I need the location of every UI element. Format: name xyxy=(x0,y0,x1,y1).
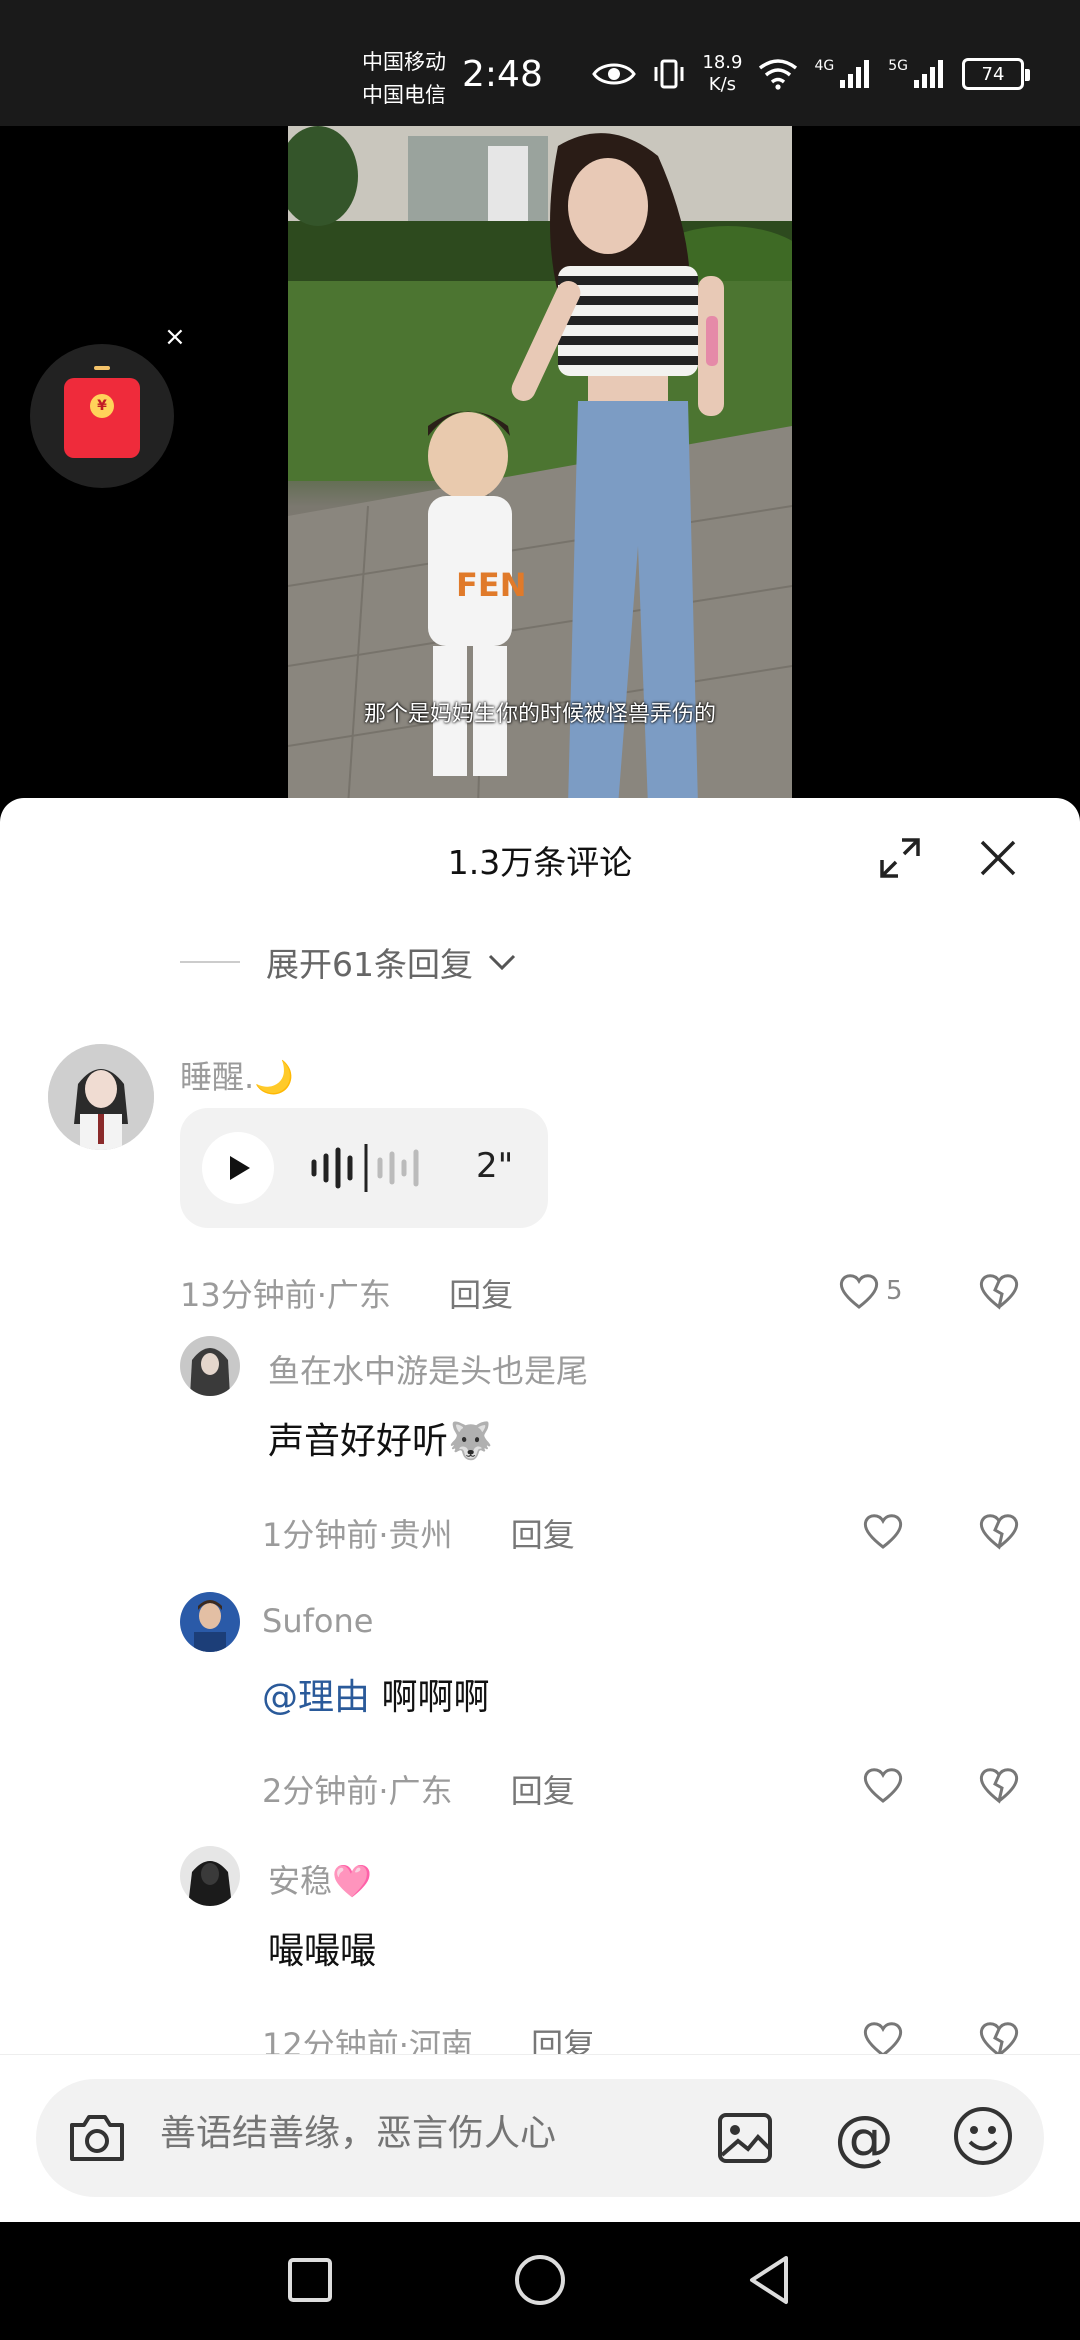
carrier-2: 中国电信 xyxy=(362,83,446,107)
heart-icon xyxy=(839,1274,879,1309)
avatar-image xyxy=(180,1336,240,1396)
play-icon xyxy=(230,1156,250,1180)
yuan-coin-icon: ¥ xyxy=(90,394,114,418)
heart-icon[interactable] xyxy=(862,1512,904,1550)
broken-heart-icon[interactable] xyxy=(978,1766,1020,1804)
avatar-image xyxy=(48,1044,154,1150)
voice-duration: 2" xyxy=(476,1146,514,1186)
comment-body: 啊啊啊 xyxy=(370,1677,490,1718)
comment-sheet: 1.3万条评论 展开61条回复 睡醒.🌙 2" 13分钟前·广东 回复 5 鱼在… xyxy=(0,798,1080,2222)
video-player[interactable]: FEN 那个是妈妈生你的时候被怪兽弄伤的 ¥ × xyxy=(0,126,1080,806)
mention-link[interactable]: @理由 xyxy=(262,1677,370,1718)
username[interactable]: Sufone xyxy=(262,1602,373,1640)
broken-heart-icon[interactable] xyxy=(978,1272,1020,1310)
chevron-down-icon xyxy=(488,954,516,971)
avatar[interactable] xyxy=(180,1336,240,1396)
avatar[interactable] xyxy=(180,1592,240,1652)
reply-button[interactable]: 回复 xyxy=(511,1516,575,1554)
broken-heart-icon[interactable] xyxy=(978,2020,1020,2058)
net-speed: 18.9 K/s xyxy=(702,52,742,96)
comment-sheet-header: 1.3万条评论 xyxy=(0,798,1080,890)
comment-location: 贵州 xyxy=(388,1516,453,1554)
meta-sep: · xyxy=(378,1516,389,1554)
heart-icon[interactable] xyxy=(862,1766,904,1804)
comment-text: 嘬嘬嘬 xyxy=(268,1931,377,1972)
carrier-1: 中国移动 xyxy=(362,50,446,74)
red-envelope-icon: ¥ xyxy=(64,366,140,458)
back-icon[interactable] xyxy=(740,2250,800,2310)
net-speed-value: 18.9 xyxy=(702,52,743,73)
system-nav-bar xyxy=(0,2222,1080,2340)
fullscreen-icon[interactable] xyxy=(878,836,922,880)
video-subtitle: 那个是妈妈生你的时候被怪兽弄伤的 xyxy=(363,702,716,727)
signal-icon-1 xyxy=(840,60,870,88)
comment-meta: 1分钟前·贵州 回复 xyxy=(262,1510,575,1556)
image-icon[interactable] xyxy=(716,2109,774,2167)
mention-button[interactable]: @ xyxy=(834,2103,894,2173)
comment-text: 声音好好听🐺 xyxy=(268,1421,493,1462)
comment-meta: 2分钟前·广东 回复 xyxy=(262,1766,575,1812)
avatar-image xyxy=(180,1846,240,1906)
red-packet-widget[interactable]: ¥ xyxy=(30,344,174,488)
username[interactable]: 安稳🩷 xyxy=(268,1856,372,1902)
like-count: 5 xyxy=(886,1276,903,1306)
battery-icon: 74 xyxy=(962,58,1030,90)
expand-replies-button[interactable]: 展开61条回复 xyxy=(180,938,517,986)
video-frame[interactable]: FEN 那个是妈妈生你的时候被怪兽弄伤的 xyxy=(288,126,792,806)
expand-replies-label: 展开61条回复 xyxy=(266,945,473,984)
comment-input[interactable] xyxy=(160,2113,700,2154)
play-button[interactable] xyxy=(202,1132,274,1204)
comment-location: 广东 xyxy=(388,1772,453,1810)
avatar-image xyxy=(180,1592,240,1652)
comment-meta: 13分钟前·广东 回复 xyxy=(180,1270,513,1316)
heart-icon[interactable] xyxy=(862,2020,904,2058)
battery-level: 74 xyxy=(981,63,1005,85)
wifi-icon xyxy=(759,59,798,90)
status-bar: 中国移动 中国电信 2:48 18.9 K/s 4G 5G 74 xyxy=(0,0,1080,126)
reply-button[interactable]: 回复 xyxy=(511,1772,575,1810)
signal-icon-2 xyxy=(914,60,943,88)
clock: 2:48 xyxy=(462,54,543,95)
like-button[interactable]: 5 xyxy=(838,1272,903,1310)
comment-time: 13分钟前 xyxy=(180,1276,317,1314)
camera-icon[interactable] xyxy=(66,2109,128,2165)
home-icon[interactable] xyxy=(510,2250,570,2310)
meta-sep: · xyxy=(316,1276,327,1314)
comment-location: 广东 xyxy=(326,1276,391,1314)
envelope-tab xyxy=(94,366,110,370)
status-icons: 18.9 K/s 4G 5G 74 xyxy=(592,52,1030,96)
reply-button[interactable]: 回复 xyxy=(449,1276,513,1314)
eye-icon xyxy=(592,63,637,85)
avatar[interactable] xyxy=(48,1044,154,1150)
comment-time: 2分钟前 xyxy=(262,1772,379,1810)
carrier-labels: 中国移动 中国电信 xyxy=(362,46,446,112)
comment-text: @理由 啊啊啊 xyxy=(262,1668,489,1720)
voice-message[interactable]: 2" xyxy=(180,1108,548,1228)
red-packet-close-button[interactable]: × xyxy=(164,322,186,352)
recent-apps-icon[interactable] xyxy=(280,2250,340,2310)
comment-input-container: @ xyxy=(36,2079,1044,2197)
avatar[interactable] xyxy=(180,1846,240,1906)
emoji-icon[interactable] xyxy=(952,2105,1014,2167)
username[interactable]: 鱼在水中游是头也是尾 xyxy=(268,1346,588,1392)
svg-text:FEN: FEN xyxy=(456,566,527,604)
username[interactable]: 睡醒.🌙 xyxy=(180,1052,294,1098)
waveform-icon xyxy=(311,1144,419,1192)
comment-time: 1分钟前 xyxy=(262,1516,379,1554)
divider-line xyxy=(180,961,240,963)
signal-tag-1: 4G xyxy=(814,58,835,74)
close-icon[interactable] xyxy=(976,836,1020,880)
net-speed-unit: K/s xyxy=(708,74,737,95)
comment-input-bar: @ xyxy=(0,2054,1080,2222)
broken-heart-icon[interactable] xyxy=(978,1512,1020,1550)
vibrate-icon xyxy=(654,59,684,89)
meta-sep: · xyxy=(378,1772,389,1810)
signal-tag-2: 5G xyxy=(888,58,908,74)
